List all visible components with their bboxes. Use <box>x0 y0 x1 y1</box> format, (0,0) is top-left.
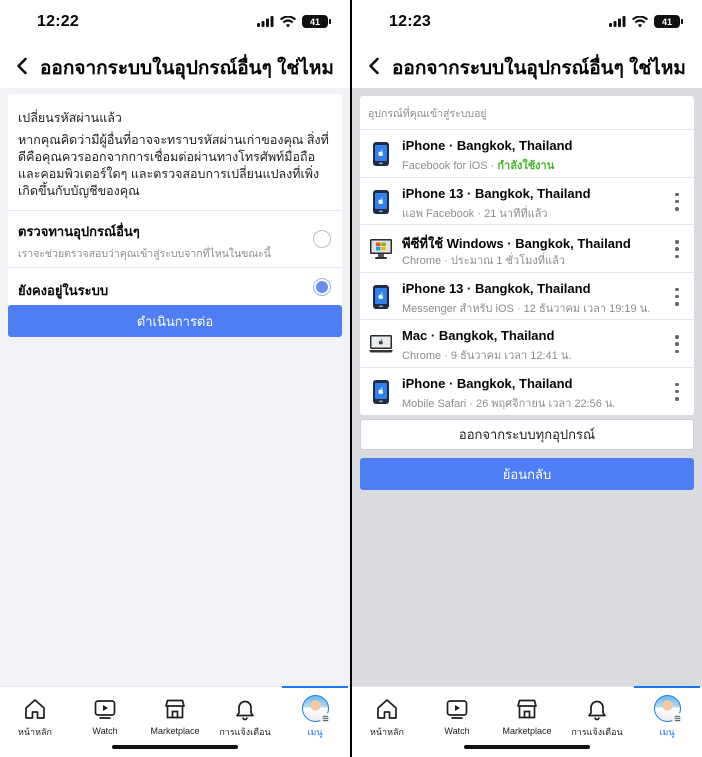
marketplace-icon <box>517 699 537 719</box>
logout-all-devices-button[interactable]: ออกจากระบบทุกอุปกรณ์ <box>360 419 694 450</box>
avatar <box>301 695 331 724</box>
menu-badge-icon <box>671 713 683 724</box>
home-icon <box>25 698 45 719</box>
marketplace-icon <box>165 699 185 719</box>
more-options-icon[interactable] <box>672 192 682 211</box>
option-review-devices[interactable]: ตรวจทานอุปกรณ์อื่นๆ เราจะช่วยตรวจสอบว่าค… <box>8 211 342 268</box>
active-tab-indicator <box>634 686 700 688</box>
device-meta: Chrome · ประมาณ 1 ชั่วโมงที่แล้ว <box>402 255 565 267</box>
device-name: iPhone 13 · Bangkok, Thailand <box>402 185 591 201</box>
options-card: เปลี่ยนรหัสผ่านแล้ว หากคุณคิดว่ามีผู้อื่… <box>8 94 342 306</box>
device-meta: Messenger สำหรับ iOS · 12 ธันวาคม เวลา 1… <box>402 302 651 315</box>
home-indicator <box>112 745 238 749</box>
header: ออกจากระบบในอุปกรณ์อื่นๆ ใช่ไหม <box>352 46 702 86</box>
tab-home[interactable]: หน้าหลัก <box>0 695 70 739</box>
device-name: Mac · Bangkok, Thailand <box>402 328 555 343</box>
mac-icon <box>368 330 394 358</box>
device-row[interactable]: iPhone 13 · Bangkok, Thailand แอพ Facebo… <box>360 178 694 225</box>
status-bar: 12:23 41 <box>352 0 702 46</box>
status-time: 12:23 <box>389 13 431 30</box>
tab-marketplace[interactable]: Marketplace <box>140 695 210 739</box>
signal-icon <box>609 16 626 27</box>
device-row[interactable]: iPhone · Bangkok, Thailand Facebook for … <box>360 130 694 178</box>
device-meta: Facebook for iOS · กำลังใช้งาน <box>402 160 555 172</box>
tab-watch[interactable]: Watch <box>70 695 140 739</box>
info-block: เปลี่ยนรหัสผ่านแล้ว หากคุณคิดว่ามีผู้อื่… <box>8 94 342 211</box>
device-meta: Chrome · 9 ธันวาคม เวลา 12:41 น. <box>402 350 572 362</box>
content-area: เปลี่ยนรหัสผ่านแล้ว หากคุณคิดว่ามีผู้อื่… <box>0 88 350 686</box>
device-meta: แอพ Facebook · 21 นาทีที่แล้ว <box>402 207 548 220</box>
bell-icon <box>588 700 606 720</box>
device-meta: Mobile Safari · 26 พฤศจิกายน เวลา 22:56 … <box>402 397 616 410</box>
watch-icon <box>94 700 116 719</box>
device-row[interactable]: iPhone · Bangkok, Thailand Mobile Safari… <box>360 368 694 416</box>
device-row[interactable]: iPhone 13 · Bangkok, Thailand Messenger … <box>360 273 694 320</box>
signal-icon <box>257 16 274 27</box>
tab-marketplace[interactable]: Marketplace <box>492 695 562 739</box>
iphone-icon <box>368 188 394 216</box>
avatar <box>653 695 683 724</box>
device-row[interactable]: Mac · Bangkok, Thailand Chrome · 9 ธันวา… <box>360 320 694 368</box>
windows-pc-icon <box>368 235 394 263</box>
tab-watch[interactable]: Watch <box>422 695 492 739</box>
wifi-icon <box>632 15 648 27</box>
tab-home[interactable]: หน้าหลัก <box>352 695 422 739</box>
tab-notifications[interactable]: การแจ้งเตือน <box>562 695 632 739</box>
iphone-icon <box>368 378 394 406</box>
tab-notifications[interactable]: การแจ้งเตือน <box>210 695 280 739</box>
page-title: ออกจากระบบในอุปกรณ์อื่นๆ ใช่ไหม <box>392 58 686 79</box>
page-title: ออกจากระบบในอุปกรณ์อื่นๆ ใช่ไหม <box>40 58 334 79</box>
info-body: หากคุณคิดว่ามีผู้อื่นที่อาจจะทราบรหัสผ่า… <box>18 133 329 198</box>
home-indicator <box>464 745 590 749</box>
screen-device-list: 12:23 41 ออกจากระบบในอุปกรณ์อื่นๆ ใช่ไหม… <box>352 0 702 757</box>
wifi-icon <box>280 15 296 27</box>
chevron-left-icon <box>17 57 27 75</box>
devices-header: อุปกรณ์ที่คุณเข้าสู่ระบบอยู่ <box>360 96 694 130</box>
more-options-icon[interactable] <box>672 240 682 258</box>
home-icon <box>377 698 397 719</box>
radio-stay-logged-in[interactable] <box>313 278 331 296</box>
info-title: เปลี่ยนรหัสผ่านแล้ว <box>18 111 122 125</box>
more-options-icon[interactable] <box>672 382 682 401</box>
device-name: iPhone · Bangkok, Thailand <box>402 375 573 391</box>
active-status-label: กำลังใช้งาน <box>497 160 555 172</box>
status-bar: 12:22 41 <box>0 0 350 46</box>
status-time: 12:22 <box>37 13 79 30</box>
screen-logout-prompt: 12:22 41 ออกจากระบบในอุปกรณ์อื่นๆ ใช่ไหม… <box>0 0 350 757</box>
option-stay-logged-in[interactable]: ยังคงอยู่ในระบบ <box>8 268 342 306</box>
active-tab-indicator <box>282 686 348 688</box>
devices-card: อุปกรณ์ที่คุณเข้าสู่ระบบอยู่ iPhone · Ba… <box>360 96 694 415</box>
back-button[interactable] <box>12 52 32 80</box>
continue-button[interactable]: ดำเนินการต่อ <box>8 305 342 337</box>
more-options-icon[interactable] <box>672 335 682 353</box>
battery-icon: 41 <box>654 15 683 28</box>
tab-menu[interactable]: เมนู <box>280 695 350 739</box>
go-back-button[interactable]: ย้อนกลับ <box>360 458 694 490</box>
iphone-icon <box>368 140 394 168</box>
option-sub: เราจะช่วยตรวจสอบว่าคุณเข้าสู่ระบบจากที่ไ… <box>18 248 271 260</box>
device-name: iPhone 13 · Bangkok, Thailand <box>402 280 591 296</box>
iphone-icon <box>368 283 394 311</box>
header: ออกจากระบบในอุปกรณ์อื่นๆ ใช่ไหม <box>0 46 350 86</box>
more-options-icon[interactable] <box>672 287 682 306</box>
tab-menu[interactable]: เมนู <box>632 695 702 739</box>
device-row[interactable]: พีซีที่ใช้ Windows · Bangkok, Thailand C… <box>360 225 694 273</box>
watch-icon <box>446 700 468 719</box>
device-name: iPhone · Bangkok, Thailand <box>402 138 573 153</box>
bell-icon <box>236 700 254 720</box>
back-button[interactable] <box>364 52 384 80</box>
radio-review-devices[interactable] <box>313 230 331 248</box>
option-label: ยังคงอยู่ในระบบ <box>18 283 109 298</box>
chevron-left-icon <box>369 57 379 75</box>
menu-badge-icon <box>319 713 331 724</box>
option-label: ตรวจทานอุปกรณ์อื่นๆ <box>18 224 140 239</box>
battery-icon: 41 <box>302 15 331 28</box>
